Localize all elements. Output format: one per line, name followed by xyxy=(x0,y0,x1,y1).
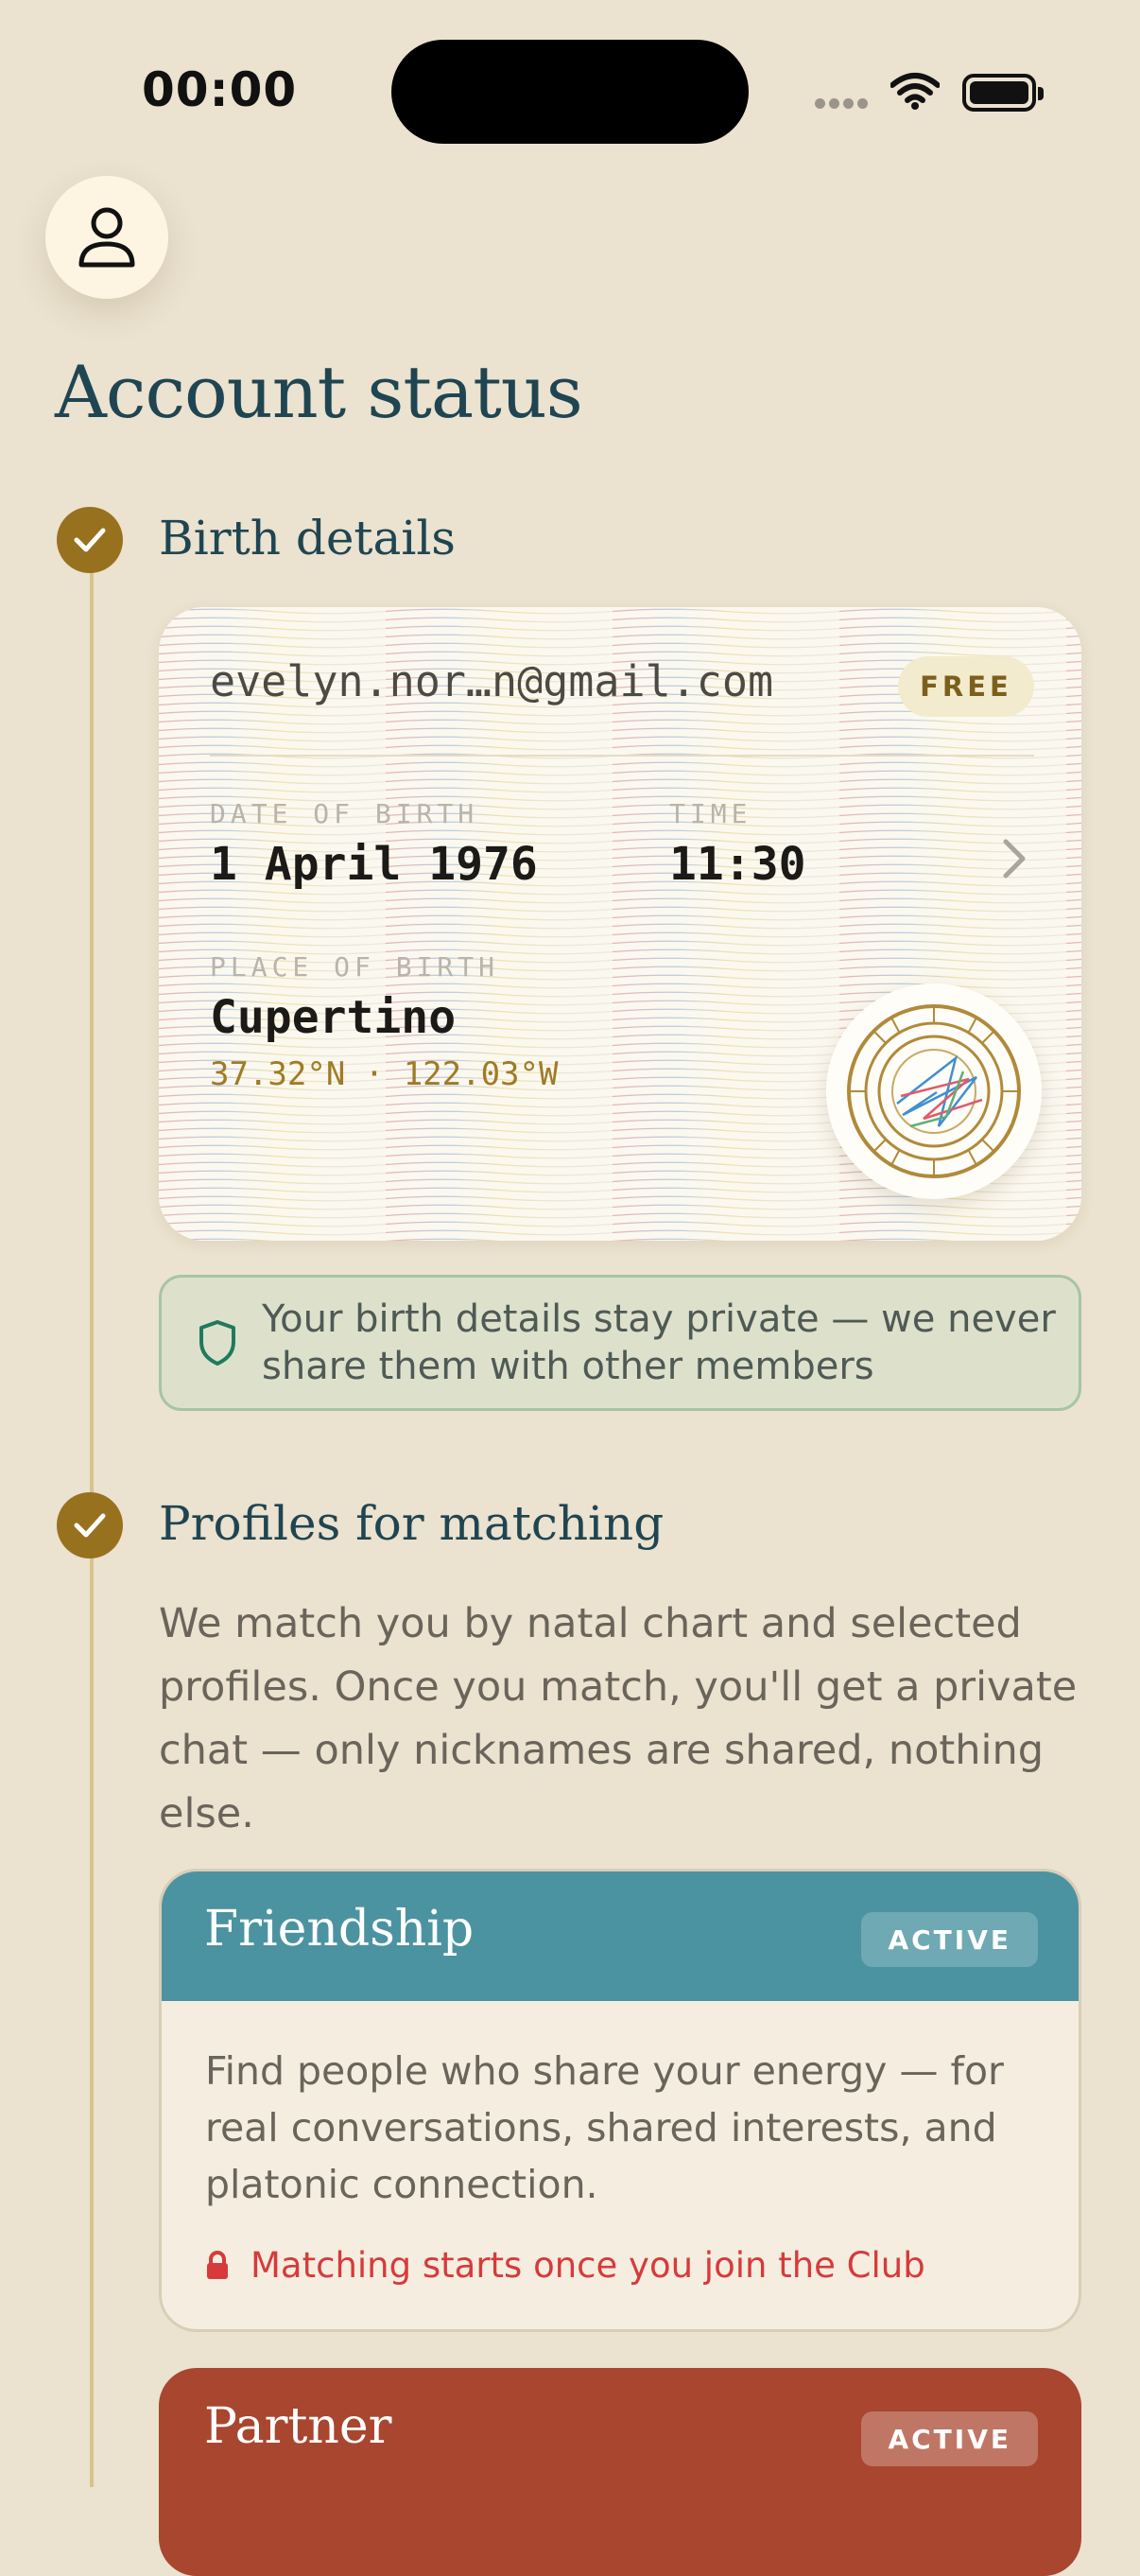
birth-details-card[interactable]: evelyn.nor…n@gmail.com FREE DATE OF BIRT… xyxy=(159,607,1081,1241)
time-label: TIME xyxy=(669,798,752,829)
birth-coordinates: 37.32°N · 122.03°W xyxy=(210,1055,559,1093)
profile-card-friendship[interactable]: Friendship ACTIVE Find people who share … xyxy=(159,1869,1081,2332)
privacy-note: Your birth details stay private — we nev… xyxy=(159,1275,1081,1411)
profile-description: Find people who share your energy — for … xyxy=(205,2048,1004,2207)
check-icon xyxy=(74,1513,106,1538)
shield-icon xyxy=(199,1320,235,1366)
page-title: Account status xyxy=(55,350,583,434)
account-email: evelyn.nor…n@gmail.com xyxy=(210,656,774,706)
card-divider xyxy=(210,755,1034,757)
place-label: PLACE OF BIRTH xyxy=(210,951,500,983)
status-badge: ACTIVE xyxy=(861,1912,1038,1967)
natal-chart-icon xyxy=(847,1004,1021,1178)
step-title-birth-details: Birth details xyxy=(159,511,456,566)
battery-icon xyxy=(962,74,1044,112)
lock-note: Matching starts once you join the Club xyxy=(205,2237,1035,2294)
matching-intro: We match you by natal chart and selected… xyxy=(159,1600,1078,1837)
status-badge: ACTIVE xyxy=(861,2411,1038,2466)
status-time: 00:00 xyxy=(142,62,298,117)
step-complete-indicator xyxy=(57,507,123,573)
place-value: Cupertino xyxy=(210,991,457,1044)
natal-chart-seal xyxy=(826,983,1042,1199)
profile-title: Friendship xyxy=(204,1901,475,1958)
lock-note-text: Matching starts once you join the Club xyxy=(250,2245,925,2286)
lock-icon xyxy=(207,2251,228,2279)
cellular-signal-icon xyxy=(815,95,872,113)
wifi-icon xyxy=(890,72,941,113)
privacy-note-text: Your birth details stay private — we nev… xyxy=(262,1297,1056,1388)
step-title-profiles: Profiles for matching xyxy=(159,1496,665,1551)
step-complete-indicator xyxy=(57,1492,123,1558)
user-icon xyxy=(78,207,135,268)
check-icon xyxy=(74,528,106,552)
profile-card-partner[interactable]: Partner ACTIVE xyxy=(159,2368,1081,2576)
profile-card-header: Friendship ACTIVE xyxy=(162,1871,1079,2001)
plan-badge: FREE xyxy=(898,656,1034,717)
profile-title: Partner xyxy=(204,2398,392,2455)
dob-label: DATE OF BIRTH xyxy=(210,798,479,829)
profile-button[interactable] xyxy=(45,176,168,299)
dob-value: 1 April 1976 xyxy=(210,838,538,891)
profile-card-header: Partner ACTIVE xyxy=(159,2368,1081,2500)
time-value: 11:30 xyxy=(669,838,806,891)
chevron-right-icon[interactable] xyxy=(1000,838,1028,883)
dynamic-island xyxy=(391,40,749,144)
